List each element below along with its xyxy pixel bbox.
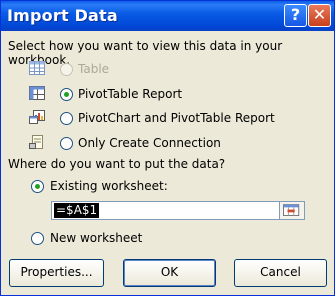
option-connection[interactable]: Only Create Connection [29,133,329,153]
dialog-title: Import Data [7,6,118,25]
option-table-label: Table [78,62,110,76]
title-bar[interactable]: Import Data ? ✕ [1,1,334,31]
existing-worksheet-label: Existing worksheet: [50,179,168,193]
option-pivotchart[interactable]: PivotChart and PivotTable Report [29,108,329,128]
radio-existing-worksheet[interactable] [31,180,44,193]
radio-table[interactable] [60,63,73,76]
help-button[interactable]: ? [284,4,307,27]
range-reference-input[interactable]: =$A$1 [51,201,305,220]
radio-pivottable[interactable] [60,88,73,101]
option-connection-label: Only Create Connection [78,136,221,150]
option-table[interactable]: Table [29,59,329,79]
connection-icon [29,135,43,149]
import-data-dialog: Import Data ? ✕ Select how you want to v… [0,0,335,296]
cancel-button[interactable]: Cancel [234,259,327,287]
ok-button[interactable]: OK [123,259,216,287]
properties-button[interactable]: Properties... [9,259,104,287]
option-pivotchart-label: PivotChart and PivotTable Report [78,111,275,125]
range-reference-value[interactable]: =$A$1 [54,203,100,218]
new-worksheet-label: New worksheet [50,231,143,245]
pivotchart-icon [29,110,45,124]
pivottable-icon [29,86,45,100]
collapse-dialog-icon [283,204,300,216]
radio-connection[interactable] [60,137,73,150]
destination-prompt: Where do you want to put the data? [8,157,226,171]
collapse-dialog-button[interactable] [279,201,305,220]
option-existing-worksheet[interactable]: Existing worksheet: [31,177,311,197]
close-button[interactable]: ✕ [308,4,331,27]
option-pivottable[interactable]: PivotTable Report [29,84,329,104]
table-icon [29,61,45,75]
radio-new-worksheet[interactable] [31,232,44,245]
option-pivottable-label: PivotTable Report [78,87,183,101]
radio-pivotchart[interactable] [60,112,73,125]
option-new-worksheet[interactable]: New worksheet [31,229,231,249]
